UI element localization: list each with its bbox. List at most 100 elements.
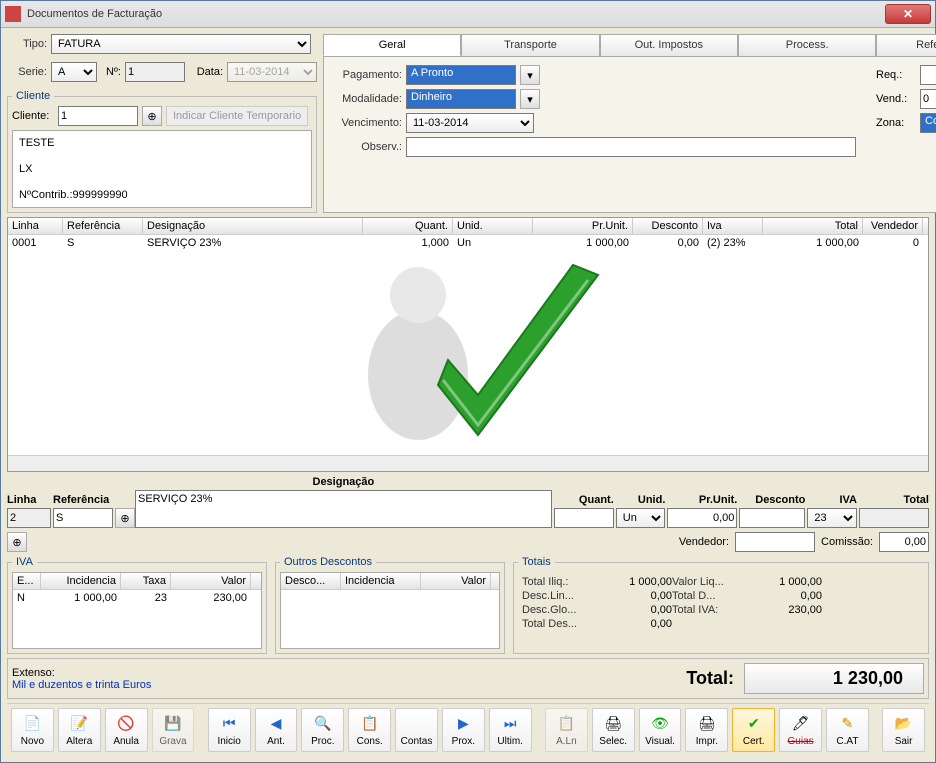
sair-button[interactable]: 📂Sair	[882, 708, 925, 752]
ref-lookup-icon[interactable]: ⊕	[115, 508, 135, 528]
contas-button[interactable]: Contas	[395, 708, 438, 752]
extenso-label: Extenso:	[12, 667, 666, 679]
cliente-input[interactable]	[58, 106, 138, 126]
edit-vend-input[interactable]	[735, 532, 815, 552]
tab-out-impostos[interactable]: Out. Impostos	[600, 34, 738, 56]
col-prunit[interactable]: Pr.Unit.	[533, 218, 633, 234]
edit-com-label: Comissão:	[821, 536, 873, 548]
app-icon	[5, 6, 21, 22]
cancel-icon: 🚫	[116, 714, 136, 734]
modalidade-select[interactable]: Dinheiro	[406, 89, 516, 109]
document-icon: 📄	[22, 714, 42, 734]
novo-button[interactable]: 📄Novo	[11, 708, 54, 752]
edit-unid-select[interactable]: Un	[616, 508, 666, 528]
serie-select[interactable]: A	[51, 62, 97, 82]
impr-button[interactable]: 🖨Impr.	[685, 708, 728, 752]
totais-tiva-label: Total IVA:	[672, 604, 752, 616]
edit-total-label: Total	[859, 494, 929, 508]
guias-button[interactable]: 🖊Guias	[779, 708, 822, 752]
totais-iliq-value: 1 000,00	[602, 576, 672, 588]
prox-button[interactable]: ▶Prox.	[442, 708, 485, 752]
outros-legend: Outros Descontos	[280, 556, 376, 568]
last-icon: ⏭	[500, 714, 520, 734]
totais-dglo-value: 0,00	[602, 604, 672, 616]
anula-button[interactable]: 🚫Anula	[105, 708, 148, 752]
totais-totd-label: Total D...	[672, 590, 752, 602]
edit-desc-input[interactable]	[739, 508, 805, 528]
edit-quant-input[interactable]	[554, 508, 614, 528]
close-button[interactable]: ✕	[885, 4, 931, 24]
col-unid[interactable]: Unid.	[453, 218, 533, 234]
edit-ref-input[interactable]	[53, 508, 113, 528]
observ-input[interactable]	[406, 137, 856, 157]
totais-tdes-value: 0,00	[602, 618, 672, 630]
aln-button: 📋A.Ln	[545, 708, 588, 752]
col-total[interactable]: Total	[763, 218, 863, 234]
tab-process[interactable]: Process.	[738, 34, 876, 56]
grava-button: 💾Grava	[152, 708, 195, 752]
contrib-value: 999999990	[73, 189, 128, 201]
proc-button[interactable]: 🔍Proc.	[301, 708, 344, 752]
zona-label: Zona:	[876, 117, 916, 129]
select-icon: 🖨	[603, 714, 623, 734]
titlebar: Documentos de Facturação ✕	[1, 1, 935, 28]
altera-button[interactable]: 📝Altera	[58, 708, 101, 752]
tab-transporte[interactable]: Transporte	[461, 34, 599, 56]
contrib-label: NºContrib.:	[19, 189, 73, 201]
vend-input[interactable]	[920, 89, 936, 109]
temp-client-button: Indicar Cliente Temporario	[166, 106, 308, 126]
first-icon: ⏮	[219, 714, 239, 734]
save-icon: 💾	[163, 714, 183, 734]
app-window: Documentos de Facturação ✕ Tipo: FATURA …	[0, 0, 936, 763]
tipo-select[interactable]: FATURA	[51, 34, 311, 54]
req-input[interactable]	[920, 65, 936, 85]
col-designacao[interactable]: Designação	[143, 218, 363, 234]
pagamento-select[interactable]: A Pronto	[406, 65, 516, 85]
col-desconto[interactable]: Desconto	[633, 218, 703, 234]
col-linha[interactable]: Linha	[8, 218, 63, 234]
req-label: Req.:	[876, 69, 916, 81]
ant-button[interactable]: ◀Ant.	[255, 708, 298, 752]
left-panel: Tipo: FATURA Serie: A Nº: Data: 11-03-20…	[7, 34, 317, 213]
num-input	[125, 62, 185, 82]
col-referencia[interactable]: Referência	[63, 218, 143, 234]
cert-button[interactable]: ✔Cert.	[732, 708, 775, 752]
visual-button[interactable]: 👁Visual.	[639, 708, 682, 752]
tab-body-geral: Pagamento:A Pronto▾ Modalidade:Dinheiro▾…	[323, 56, 936, 213]
chevron-down-icon[interactable]: ▾	[520, 89, 540, 109]
col-iva[interactable]: Iva	[703, 218, 763, 234]
edit-com-input[interactable]	[879, 532, 929, 552]
cat-button[interactable]: ✎C.AT	[826, 708, 869, 752]
edit-desig-input[interactable]: SERVIÇO 23%	[135, 490, 552, 528]
check-icon: ✔	[744, 714, 764, 734]
col-quant[interactable]: Quant.	[363, 218, 453, 234]
cons-button[interactable]: 📋Cons.	[348, 708, 391, 752]
zona-select[interactable]: Continente	[920, 113, 936, 133]
chevron-down-icon[interactable]: ▾	[520, 65, 540, 85]
edit-lookup-icon[interactable]: ⊕	[7, 532, 27, 552]
totais-legend: Totais	[518, 556, 555, 568]
vencimento-select[interactable]: 11-03-2014	[406, 113, 534, 133]
eye-icon: 👁	[650, 714, 670, 734]
cliente-fieldset: Cliente Cliente: ⊕ Indicar Cliente Tempo…	[7, 90, 317, 213]
edit-iva-select[interactable]: 23	[807, 508, 857, 528]
totais-dglo-label: Desc.Glo...	[522, 604, 602, 616]
col-vendedor[interactable]: Vendedor	[863, 218, 923, 234]
edit-pr-label: Pr.Unit.	[667, 494, 737, 508]
edit-vend-label: Vendedor:	[679, 536, 729, 548]
inicio-button[interactable]: ⏮Inicio	[208, 708, 251, 752]
outros-col-inc: Incidencia	[341, 573, 421, 589]
tab-referencias[interactable]: Referencias	[876, 34, 936, 56]
serie-label: Serie:	[7, 66, 47, 78]
tab-geral[interactable]: Geral	[323, 34, 461, 56]
cliente-lookup-icon[interactable]: ⊕	[142, 106, 162, 126]
ultim-button[interactable]: ⏭Ultim.	[489, 708, 532, 752]
edit-desc-label: Desconto	[739, 494, 805, 508]
exit-icon: 📂	[894, 714, 914, 734]
horizontal-scrollbar[interactable]	[8, 455, 928, 471]
edit-iva-label: IVA	[807, 494, 857, 508]
selec-button[interactable]: 🖨Selec.	[592, 708, 635, 752]
tipo-label: Tipo:	[7, 38, 47, 50]
edit-pr-input[interactable]	[667, 508, 737, 528]
grid-body: 0001 S SERVIÇO 23% 1,000 Un 1 000,00 0,0…	[8, 235, 928, 455]
